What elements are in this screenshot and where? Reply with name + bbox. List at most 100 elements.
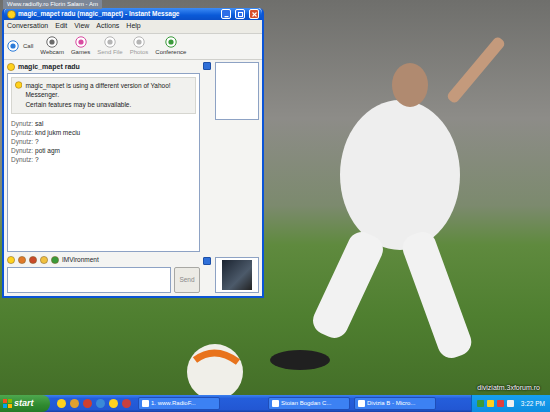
task-list: 1. www.RadioF... Stoian Bogdan C... Divizi… bbox=[138, 397, 468, 410]
task-label: Stoian Bogdan C... bbox=[281, 399, 331, 408]
maximize-icon bbox=[237, 11, 244, 18]
close-icon bbox=[251, 11, 258, 18]
conversation-pane: magic_mapet radu magic_mapet is using a d… bbox=[7, 62, 200, 294]
toolbar-label: Send File bbox=[97, 48, 122, 57]
menu-bar: Conversation Edit View Actions Help bbox=[4, 20, 262, 34]
message-sender: Dynutz: bbox=[11, 147, 33, 154]
games-icon bbox=[75, 36, 87, 48]
background-window-title: Www.radiofly.ro Florin Salam - Am bbox=[3, 0, 102, 9]
input-row: Send bbox=[7, 267, 200, 293]
display-pane-group bbox=[203, 62, 259, 120]
window-icon bbox=[358, 400, 365, 407]
im-window: magic_mapet radu (magic_mapet) - Instant… bbox=[2, 8, 264, 298]
chat-message: Dynutz:poti agm bbox=[11, 146, 196, 155]
avatar-group bbox=[203, 257, 259, 293]
window-body: magic_mapet radu magic_mapet is using a d… bbox=[4, 60, 262, 297]
clock: 3:22 PM bbox=[521, 399, 545, 409]
pane-toggle-icon[interactable] bbox=[203, 62, 211, 70]
taskbar: start 1. www.RadioF... Stoian Bogdan C... D… bbox=[0, 395, 550, 412]
toolbar-label: Call bbox=[23, 42, 33, 51]
menu-item[interactable]: View bbox=[74, 21, 89, 32]
quick-launch-icon[interactable] bbox=[96, 399, 105, 408]
avatar-frame bbox=[215, 257, 259, 293]
start-label: start bbox=[14, 397, 34, 411]
windows-logo-icon bbox=[3, 399, 12, 408]
notice-line: Certain features may be unavailable. bbox=[25, 100, 192, 110]
toolbar-button[interactable]: Conference bbox=[155, 36, 186, 57]
window-icon bbox=[272, 400, 279, 407]
version-notice: magic_mapet is using a different version… bbox=[11, 77, 196, 114]
quick-launch-icon[interactable] bbox=[122, 399, 131, 408]
message-text: ? bbox=[35, 138, 39, 145]
webcam-icon bbox=[46, 36, 58, 48]
minimize-icon bbox=[223, 11, 230, 18]
pane-toggle-icon[interactable] bbox=[203, 257, 211, 265]
quick-launch-icon[interactable] bbox=[70, 399, 79, 408]
messenger-icon bbox=[7, 10, 16, 19]
tray-icon[interactable] bbox=[487, 400, 494, 407]
imvironment-label[interactable]: IMVironment bbox=[62, 255, 99, 265]
photos-icon bbox=[133, 36, 145, 48]
menu-item[interactable]: Conversation bbox=[7, 21, 48, 32]
notice-text: magic_mapet is using a different version… bbox=[25, 81, 192, 110]
audible-icon[interactable] bbox=[18, 256, 26, 264]
display-pane bbox=[215, 62, 259, 120]
task-button[interactable]: 1. www.RadioF... bbox=[138, 397, 220, 410]
contact-name: magic_mapet radu bbox=[18, 62, 80, 73]
chat-message: Dynutz:? bbox=[11, 155, 196, 164]
chat-message: Dynutz:knd jukm meciu bbox=[11, 128, 196, 137]
toolbar: Call Webcam Games Send File Photos Conference bbox=[4, 34, 262, 60]
file-icon bbox=[104, 36, 116, 48]
desktop: Www.radiofly.ro Florin Salam - Ammagic_m… bbox=[0, 0, 550, 395]
task-label: Divizia B - Micro... bbox=[367, 399, 415, 408]
menu-item[interactable]: Actions bbox=[96, 21, 119, 32]
message-text: sal bbox=[35, 120, 43, 127]
task-gap bbox=[224, 397, 264, 410]
menu-item[interactable]: Help bbox=[126, 21, 140, 32]
quick-launch bbox=[53, 399, 135, 408]
message-input[interactable] bbox=[7, 267, 171, 293]
task-button[interactable]: Stoian Bogdan C... bbox=[268, 397, 350, 410]
phone-icon bbox=[7, 40, 19, 52]
start-button[interactable]: start bbox=[0, 395, 50, 412]
smiley-icon bbox=[7, 63, 15, 71]
tray-icon[interactable] bbox=[507, 400, 514, 407]
toolbar-button[interactable]: Games bbox=[71, 36, 90, 57]
quick-launch-icon[interactable] bbox=[109, 399, 118, 408]
close-button[interactable] bbox=[249, 9, 259, 19]
conference-icon bbox=[165, 36, 177, 48]
tray-icon[interactable] bbox=[477, 400, 484, 407]
message-text: knd jukm meciu bbox=[35, 129, 80, 136]
toolbar-button[interactable]: Call bbox=[7, 40, 33, 52]
emoticon-icon[interactable] bbox=[7, 256, 15, 264]
task-label: 1. www.RadioF... bbox=[151, 399, 196, 408]
send-button[interactable]: Send bbox=[174, 267, 200, 293]
toolbar-button[interactable]: Photos bbox=[130, 36, 149, 57]
message-text: poti agm bbox=[35, 147, 60, 154]
toolbar-button[interactable]: Send File bbox=[97, 36, 122, 57]
window-title: magic_mapet radu (magic_mapet) - Instant… bbox=[18, 9, 217, 19]
chat-message: Dynutz:sal bbox=[11, 119, 196, 128]
message-sender: Dynutz: bbox=[11, 120, 33, 127]
task-button[interactable]: Divizia B - Micro... bbox=[354, 397, 436, 410]
window-icon bbox=[142, 400, 149, 407]
quick-launch-icon[interactable] bbox=[83, 399, 92, 408]
maximize-button[interactable] bbox=[235, 9, 245, 19]
imvironment-icon[interactable] bbox=[51, 256, 59, 264]
message-sender: Dynutz: bbox=[11, 129, 33, 136]
font-icon[interactable] bbox=[29, 256, 37, 264]
message-sender: Dynutz: bbox=[11, 138, 33, 145]
tray-icon[interactable] bbox=[497, 400, 504, 407]
chat-message: Dynutz:? bbox=[11, 137, 196, 146]
title-bar[interactable]: magic_mapet radu (magic_mapet) - Instant… bbox=[4, 8, 262, 20]
toolbar-label: Photos bbox=[130, 48, 149, 57]
toolbar-label: Conference bbox=[155, 48, 186, 57]
toolbar-button[interactable]: Webcam bbox=[40, 36, 64, 57]
avatar-picture bbox=[222, 260, 252, 290]
menu-item[interactable]: Edit bbox=[55, 21, 67, 32]
quick-launch-icon[interactable] bbox=[57, 399, 66, 408]
buzz-icon[interactable] bbox=[40, 256, 48, 264]
minimize-button[interactable] bbox=[221, 9, 231, 19]
side-pane bbox=[203, 62, 259, 294]
message-text: ? bbox=[35, 156, 39, 163]
